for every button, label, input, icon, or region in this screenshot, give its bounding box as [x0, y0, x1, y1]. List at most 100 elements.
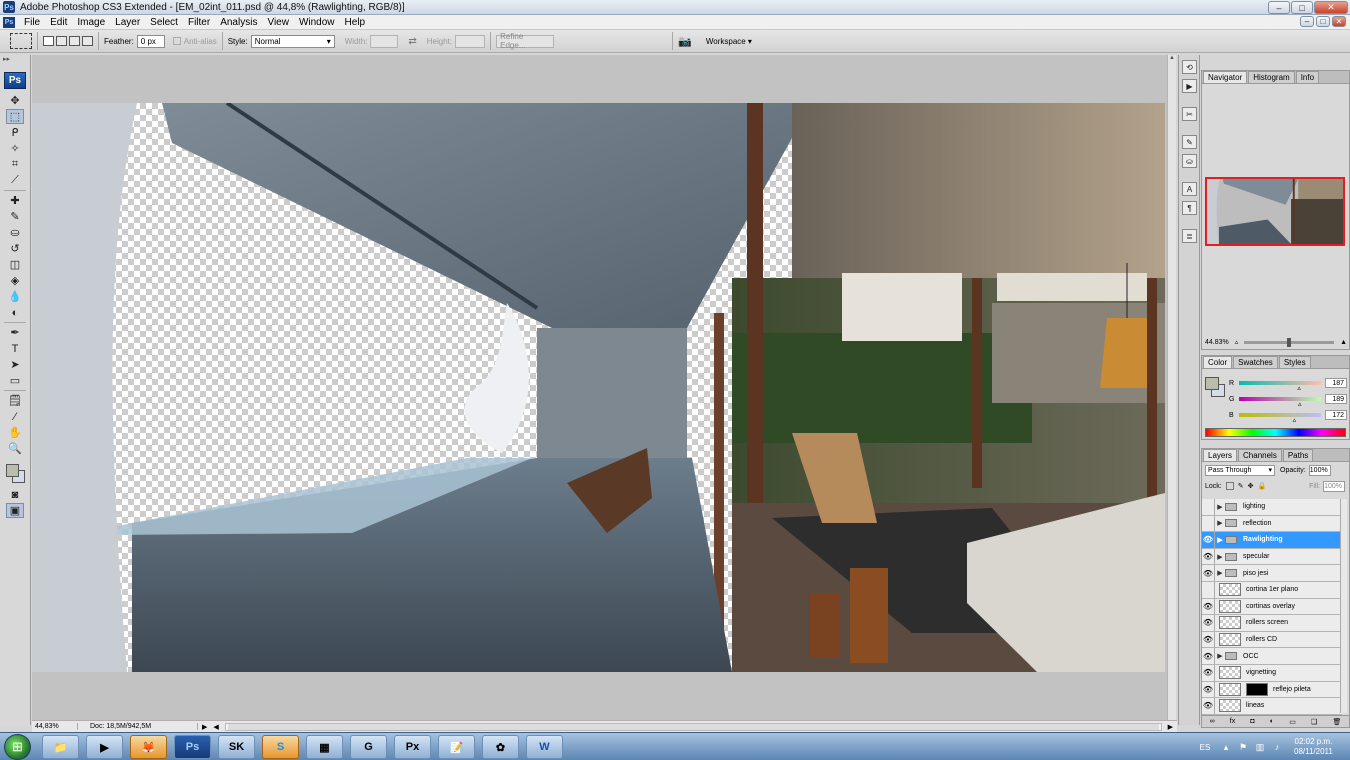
tab-swatches[interactable]: Swatches — [1233, 356, 1278, 368]
swap-icon[interactable]: ⇄ — [408, 36, 416, 47]
marquee-preset-icon[interactable] — [10, 33, 32, 49]
taskbar-media-player[interactable]: ▶ — [86, 735, 123, 759]
color-panel-foreground-swatch[interactable] — [1205, 377, 1219, 390]
visibility-eye-icon[interactable]: 👁 — [1202, 548, 1215, 565]
character-icon[interactable]: A — [1182, 182, 1197, 196]
taskbar-photoshop[interactable]: Ps — [174, 735, 211, 759]
layer-row[interactable]: 👁 vignetting — [1202, 664, 1342, 682]
visibility-eye-icon[interactable]: 👁 — [1202, 598, 1215, 615]
clone-source-icon[interactable]: ⛀ — [1182, 154, 1197, 168]
menu-select[interactable]: Select — [145, 17, 183, 28]
screen-mode-icon[interactable]: ▣ — [6, 503, 24, 518]
visibility-eye-icon[interactable]: 👁 — [1202, 614, 1215, 631]
doc-close-button[interactable]: ✕ — [1332, 16, 1346, 27]
menu-analysis[interactable]: Analysis — [215, 17, 262, 28]
brushes-icon[interactable]: ✎ — [1182, 135, 1197, 149]
layer-row[interactable]: 👁 ▶ piso jesi — [1202, 565, 1342, 582]
menu-edit[interactable]: Edit — [45, 17, 72, 28]
layer-row[interactable]: 👁 ▶ Rawlighting — [1202, 531, 1342, 549]
slice-tool-icon[interactable]: ⟋ — [6, 173, 24, 188]
dodge-tool-icon[interactable]: ◐ — [6, 305, 24, 320]
menu-help[interactable]: Help — [340, 17, 371, 28]
panel-collapse-icon[interactable]: ▸▸ — [0, 55, 30, 64]
visibility-eye-icon[interactable]: 👁 — [1202, 697, 1215, 714]
layer-row[interactable]: ▶ reflection — [1202, 515, 1342, 533]
notes-tool-icon[interactable]: 🗒 — [6, 393, 24, 408]
network-icon[interactable]: ▥ — [1254, 741, 1266, 753]
blue-channel-slider[interactable]: ▵ — [1239, 413, 1321, 424]
subtract-selection-icon[interactable] — [69, 36, 80, 46]
feather-input[interactable]: 0 px — [136, 34, 165, 48]
menu-window[interactable]: Window — [294, 17, 340, 28]
layer-row[interactable]: 👁 ▶ specular — [1202, 548, 1342, 566]
volume-icon[interactable]: ♪ — [1271, 741, 1283, 753]
taskbar-app-px[interactable]: Px — [394, 735, 431, 759]
taskbar-explorer[interactable]: 📁 — [42, 735, 79, 759]
navigator-preview[interactable] — [1205, 177, 1345, 246]
zoom-out-icon[interactable]: ▵ — [1235, 338, 1239, 346]
lock-pixels-icon[interactable]: ✎ — [1238, 482, 1244, 490]
layer-thumbnail[interactable] — [1219, 616, 1241, 630]
taskbar-network[interactable]: ✿ — [482, 735, 519, 759]
rectangular-marquee-tool-icon[interactable]: ⬚ — [6, 109, 24, 124]
clone-stamp-tool-icon[interactable]: ⛀ — [6, 225, 24, 240]
visibility-eye-icon[interactable]: 👁 — [1202, 648, 1215, 665]
expand-arrow-icon[interactable]: ▶ — [1215, 536, 1225, 544]
doc-restore-button[interactable]: □ — [1316, 16, 1330, 27]
height-input[interactable] — [455, 34, 486, 48]
green-channel-value[interactable]: 189 — [1325, 394, 1347, 404]
new-layer-icon[interactable]: ❑ — [1311, 718, 1317, 726]
taskbar-word[interactable]: W — [526, 735, 563, 759]
intersect-selection-icon[interactable] — [82, 36, 93, 46]
tab-channels[interactable]: Channels — [1238, 449, 1282, 461]
paragraph-icon[interactable]: ¶ — [1182, 201, 1197, 215]
brush-tool-icon[interactable]: ✎ — [6, 209, 24, 224]
path-selection-tool-icon[interactable]: ➤ — [6, 357, 24, 372]
navigator-zoom-knob[interactable] — [1287, 337, 1292, 347]
add-mask-icon[interactable]: ◘ — [1250, 718, 1254, 725]
expand-arrow-icon[interactable]: ▶ — [1215, 569, 1225, 577]
link-layers-icon[interactable]: ∞ — [1210, 718, 1215, 725]
color-spectrum-ramp[interactable] — [1205, 428, 1346, 437]
layer-comps-icon[interactable]: ≣ — [1182, 229, 1197, 243]
document-icon[interactable]: Ps — [3, 16, 15, 28]
layer-thumbnail[interactable] — [1219, 682, 1241, 696]
scroll-left-icon[interactable]: ◀ — [213, 723, 218, 731]
menu-view[interactable]: View — [262, 17, 294, 28]
blend-mode-select[interactable]: Pass Through ▾ — [1205, 464, 1275, 476]
anti-alias-checkbox[interactable] — [172, 37, 181, 45]
layers-scrollbar[interactable] — [1340, 499, 1347, 713]
lock-all-icon[interactable]: 🔒 — [1257, 482, 1266, 490]
tab-info[interactable]: Info — [1295, 71, 1320, 83]
layer-row[interactable]: 👁 cortinas overlay — [1202, 598, 1342, 616]
magic-wand-tool-icon[interactable]: ✧ — [6, 141, 24, 156]
expand-arrow-icon[interactable]: ▶ — [1215, 553, 1225, 561]
tab-layers[interactable]: Layers — [1203, 449, 1238, 461]
visibility-eye-icon[interactable] — [1202, 515, 1215, 532]
scroll-up-icon[interactable]: ▲ — [1168, 55, 1176, 65]
history-brush-tool-icon[interactable]: ↺ — [6, 241, 24, 256]
visibility-eye-icon[interactable]: 👁 — [1202, 565, 1215, 582]
green-channel-slider[interactable]: ▵ — [1239, 397, 1321, 408]
menu-image[interactable]: Image — [72, 17, 110, 28]
status-menu-arrow-icon[interactable]: ▶ — [202, 723, 207, 731]
zoom-level[interactable]: 44,83% — [32, 723, 78, 730]
slider-marker-icon[interactable]: ▵ — [1297, 384, 1301, 392]
doc-minimize-button[interactable]: – — [1300, 16, 1314, 27]
layer-row[interactable]: 👁 ▶ OCC — [1202, 648, 1342, 665]
layer-row[interactable]: cortina 1er plano — [1202, 581, 1342, 599]
taskbar-firefox[interactable]: 🦊 — [130, 735, 167, 759]
canvas-area[interactable] — [32, 55, 1167, 720]
minimize-button[interactable]: – — [1268, 1, 1290, 14]
taskbar-sketchup[interactable]: SK — [218, 735, 255, 759]
vertical-scrollbar[interactable]: ▲ — [1167, 55, 1176, 720]
taskbar-skype[interactable]: S — [262, 735, 299, 759]
tool-presets-icon[interactable]: ✂ — [1182, 107, 1197, 121]
width-input[interactable] — [370, 34, 399, 48]
layer-mask-thumbnail[interactable] — [1246, 682, 1268, 696]
layer-thumbnail[interactable] — [1219, 599, 1241, 613]
style-select[interactable]: Normal ▾ — [250, 34, 335, 48]
scroll-right-icon[interactable]: ▶ — [1168, 723, 1173, 731]
layer-thumbnail[interactable] — [1219, 583, 1241, 597]
type-tool-icon[interactable]: T — [6, 341, 24, 356]
